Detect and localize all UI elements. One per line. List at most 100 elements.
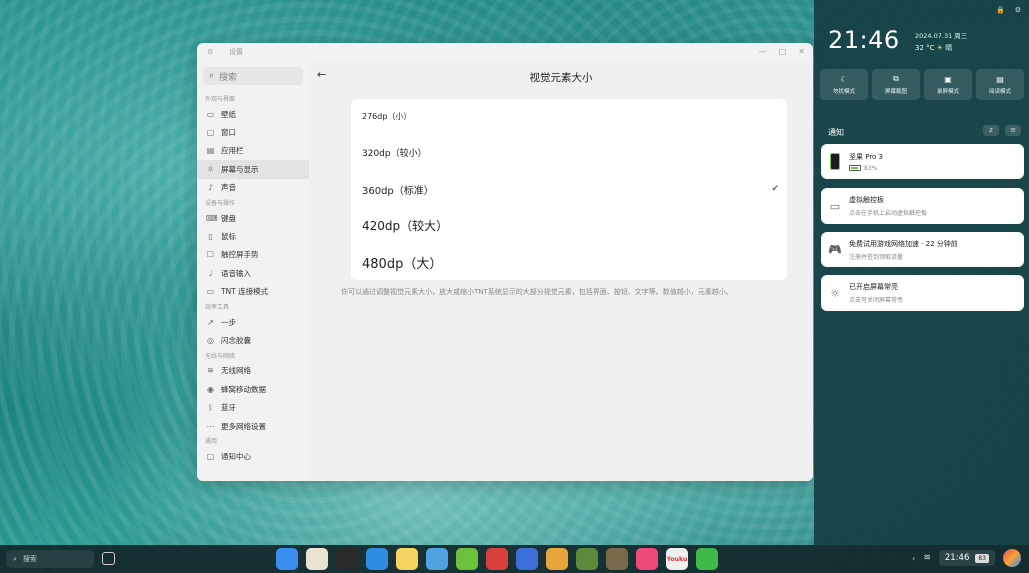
sidebar-item[interactable]: ᛒ 蓝牙: [197, 398, 309, 416]
battery-icon: [849, 165, 861, 171]
record-icon: ▣: [944, 74, 952, 84]
toggle-reading[interactable]: ▤ 阅读模式: [976, 69, 1024, 100]
app-game-5-icon[interactable]: [636, 548, 658, 570]
app-notes-icon[interactable]: [396, 548, 418, 570]
capsule-icon: ◎: [207, 335, 214, 345]
gear-icon[interactable]: ⚙: [1015, 6, 1021, 14]
maximize-button[interactable]: □: [779, 47, 787, 56]
toggle-label: 阅读模式: [988, 88, 1011, 95]
avatar[interactable]: [1003, 549, 1021, 567]
notifications-heading: 通知: [828, 128, 844, 137]
notification-title: 坚果 Pro 3: [849, 152, 884, 161]
toggle-label: 屏幕截图: [884, 89, 907, 95]
option-480dp[interactable]: 480dp（大）: [351, 244, 787, 280]
sidebar-item[interactable]: ♩ 语音输入: [197, 264, 309, 282]
taskbar-search[interactable]: ⌕ 搜索: [6, 550, 94, 568]
sidebar-item[interactable]: ▢ 通知中心: [197, 447, 309, 465]
notification-phone[interactable]: 坚果 Pro 3 83%: [821, 144, 1024, 179]
lock-icon[interactable]: 🔒: [996, 6, 1005, 14]
wifi-icon[interactable]: ≋: [923, 553, 931, 563]
battery-status: 83%: [849, 165, 883, 172]
sidebar-section-header: 设备与操作: [205, 199, 236, 207]
size-options-card: 276dp（小） 320dp（较小） 360dp（标准） ✔ 420dp（较大）…: [351, 99, 787, 280]
sidebar-item[interactable]: ◎ 闪念胶囊: [197, 331, 309, 349]
panel-weather: 32 °C ☀ 晴: [915, 43, 952, 53]
tray-clock[interactable]: 21:46 83: [938, 550, 995, 566]
app-game-4-icon[interactable]: [606, 548, 628, 570]
dock-apps: Youku: [276, 548, 718, 570]
search-placeholder: 搜索: [219, 72, 238, 83]
weather-text: 晴: [945, 44, 953, 52]
quick-toggles: ☾ 勿扰模式 ⧉ 屏幕截图 ▣ 录屏模式 ▤ 阅读模式: [820, 69, 1024, 100]
touchpad-icon: ▭: [829, 199, 841, 213]
option-320dp[interactable]: 320dp（较小）: [351, 134, 787, 171]
toggle-label: 录屏模式: [936, 88, 959, 95]
sidebar-item-label: 鼠标: [221, 232, 236, 242]
app-youku-icon[interactable]: Youku: [666, 548, 688, 570]
window-title: 设置: [229, 48, 243, 56]
notification-game-accel[interactable]: 🎮 免费试用游戏网络加速 · 22 分钟前 注册并签到领取流量: [821, 232, 1024, 267]
sidebar-section-header: 通用: [205, 438, 218, 446]
temperature: 32 °C: [915, 44, 935, 52]
app-game-1-icon[interactable]: [516, 548, 538, 570]
app-game-3-icon[interactable]: [576, 548, 598, 570]
panel-date: 2024.07.31 周三: [915, 32, 968, 40]
sidebar-item-label: 键盘: [221, 213, 236, 223]
battery-badge: 83: [975, 553, 989, 563]
option-360dp[interactable]: 360dp（标准） ✔: [351, 171, 787, 207]
app-steam-icon[interactable]: [336, 548, 358, 570]
dock-icon: ▤: [206, 146, 215, 156]
app-photos-icon[interactable]: [426, 548, 448, 570]
sidebar-item[interactable]: ▤ 应用栏: [197, 142, 309, 160]
option-276dp[interactable]: 276dp（小）: [351, 99, 787, 134]
app-wechat-icon[interactable]: [696, 548, 718, 570]
sidebar-item-label: 蜂窝移动数据: [221, 384, 266, 394]
app-launcher-icon[interactable]: [276, 548, 298, 570]
sidebar-item[interactable]: ▢ 窗口: [197, 123, 309, 141]
notification-icon: ▢: [206, 451, 215, 461]
multitask-icon[interactable]: [102, 552, 115, 565]
option-label: 420dp（较大）: [362, 219, 449, 233]
app-calendar-icon[interactable]: [306, 548, 328, 570]
notification-touchpad[interactable]: ▭ 虚拟触控板 点击在手机上启动虚拟触控板: [821, 188, 1024, 224]
notification-screen-on[interactable]: ☼ 已开启屏幕常亮 点击可关闭屏幕常亮: [821, 275, 1024, 311]
toggle-screenshot[interactable]: ⧉ 屏幕截图: [872, 69, 920, 100]
sidebar-item[interactable]: ☐ 触控屏手势: [197, 246, 309, 264]
taskbar: ⌕ 搜索 Youku ‹ ≋ 21:46 83: [0, 545, 1029, 573]
bluetooth-icon: ᛒ: [208, 403, 213, 413]
sidebar-section-header: 无线与网络: [205, 352, 236, 360]
sidebar-section-header: 效率工具: [205, 303, 230, 311]
sidebar-item[interactable]: ⋯ 更多网络设置: [197, 417, 309, 435]
sidebar-item[interactable]: ⌨ 键盘: [197, 209, 309, 227]
sidebar-item[interactable]: ▭ 壁纸: [197, 105, 309, 123]
settings-window: ⚙ 设置 — □ ✕ ⌕ 搜索 外观与界面 ▭ 壁纸 ▢ 窗口 ▤ 应用栏 ☼ 屏幕与显示 ♪ 声音…: [197, 43, 813, 481]
notification-title: 虚拟触控板: [849, 196, 884, 204]
close-button[interactable]: ✕: [798, 47, 805, 56]
sidebar-item-label: 壁纸: [221, 109, 236, 119]
option-420dp[interactable]: 420dp（较大）: [351, 207, 787, 244]
sidebar-item-label: 无线网络: [221, 366, 251, 376]
search-input[interactable]: ⌕ 搜索: [203, 67, 303, 85]
app-files-icon[interactable]: [456, 548, 478, 570]
app-game-2-icon[interactable]: [546, 548, 568, 570]
sidebar-item[interactable]: ▯ 鼠标: [197, 227, 309, 245]
toggle-dnd[interactable]: ☾ 勿扰模式: [820, 69, 868, 100]
search-icon: ⌕: [13, 554, 17, 563]
main-header: ← 视觉元素大小: [309, 61, 813, 91]
sidebar-item[interactable]: ♪ 声音: [197, 179, 309, 197]
sidebar-item-label: 蓝牙: [221, 403, 236, 413]
app-store-icon[interactable]: [486, 548, 508, 570]
chevron-left-icon[interactable]: ‹: [912, 554, 915, 563]
system-tray: ‹ ≋ 21:46 83: [912, 549, 1021, 567]
toggle-record[interactable]: ▣ 录屏模式: [924, 69, 972, 100]
sidebar-item[interactable]: ◉ 蜂窝移动数据: [197, 380, 309, 398]
sidebar-item[interactable]: ☼ 屏幕与显示: [197, 160, 309, 179]
minimize-button[interactable]: —: [759, 47, 767, 56]
sleep-icon[interactable]: z: [983, 125, 999, 136]
sidebar-item[interactable]: ≋ 无线网络: [197, 362, 309, 380]
moon-icon: ☾: [840, 74, 848, 84]
sidebar-item[interactable]: ▭ TNT 连接模式: [197, 283, 309, 301]
sidebar-item[interactable]: ↗ 一步: [197, 313, 309, 331]
clear-all-icon[interactable]: ≡: [1005, 125, 1021, 136]
app-browser-icon[interactable]: [366, 548, 388, 570]
